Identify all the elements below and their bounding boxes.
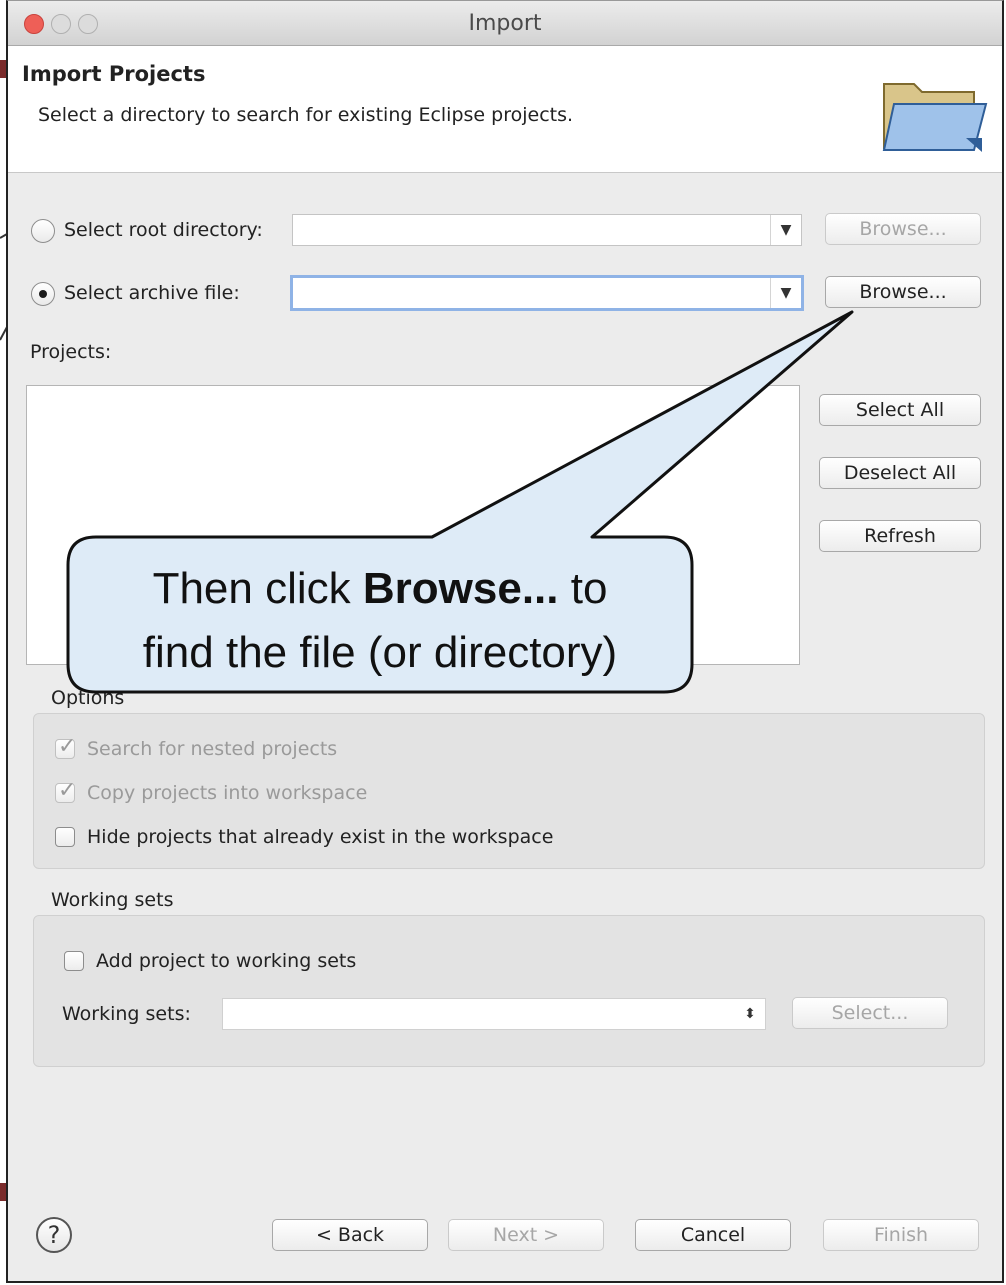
callout-line-1: Then click Browse... to: [70, 557, 690, 621]
callout-line-1-bold: Browse...: [362, 564, 559, 613]
callout-line-2: find the file (or directory): [142, 628, 618, 677]
callout-line-1-pre: Then click: [152, 564, 363, 613]
callout-line-1-post: to: [558, 564, 608, 613]
callout-text: Then click Browse... to find the file (o…: [70, 557, 690, 685]
